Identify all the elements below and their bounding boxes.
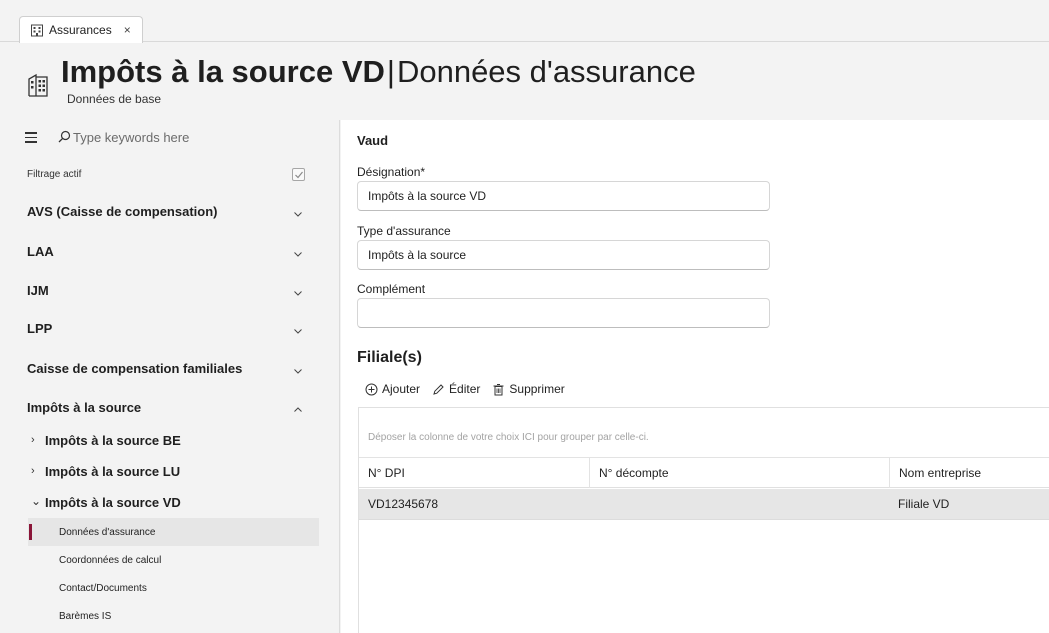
add-icon [365, 383, 378, 395]
filter-active-checkbox[interactable] [292, 167, 305, 181]
designation-label: Désignation* [357, 165, 426, 179]
sidebar-item-coordonnees-calcul[interactable]: Coordonnées de calcul [28, 546, 319, 574]
complement-field[interactable] [357, 298, 770, 328]
chevron-down-icon [293, 285, 303, 296]
complement-label: Complément [357, 282, 426, 296]
column-header-nom-entreprise[interactable]: Nom entreprise [889, 458, 1049, 488]
group-drop-zone[interactable]: Déposer la colonne de votre choix ICI po… [359, 408, 1049, 458]
page-subtitle: Données de base [67, 92, 162, 106]
sidebar-sub-label: Impôts à la source BE [45, 432, 181, 448]
filter-active-row[interactable]: Filtrage actif [0, 163, 340, 185]
edit-button[interactable]: Éditer [432, 382, 480, 396]
sidebar: Filtrage actif AVS (Caisse de compensati… [0, 120, 340, 633]
sidebar-section-label: LAA [27, 243, 54, 259]
sidebar-section-ijm[interactable]: IJM [0, 279, 340, 301]
sidebar-item-label: Données d'assurance [59, 526, 156, 538]
filter-active-label: Filtrage actif [27, 168, 82, 180]
building-icon [27, 73, 49, 97]
type-assurance-label: Type d'assurance [357, 224, 451, 238]
sidebar-sub-impots-be[interactable]: › Impôts à la source BE [0, 429, 340, 451]
type-assurance-field[interactable] [357, 240, 770, 270]
column-header-decompte[interactable]: N° décompte [589, 458, 889, 488]
chevron-right-icon: › [31, 434, 35, 446]
sidebar-section-label: LPP [27, 320, 53, 336]
chevron-down-icon [293, 363, 303, 374]
cell-dpi: VD12345678 [368, 497, 439, 511]
close-icon[interactable]: × [124, 23, 131, 37]
cell-decompte [589, 489, 889, 519]
chevron-right-icon: › [31, 465, 35, 477]
sidebar-sub-label: Impôts à la source VD [45, 494, 181, 510]
sidebar-section-laa[interactable]: LAA [0, 240, 340, 262]
chevron-down-icon [293, 246, 303, 257]
sidebar-item-donnees-assurance[interactable]: Données d'assurance [28, 518, 319, 546]
page-title: Impôts à la source VD|Données d'assuranc… [61, 54, 696, 89]
sidebar-section-label: IJM [27, 282, 49, 298]
sidebar-section-label: Impôts à la source [27, 399, 142, 415]
sidebar-item-contact-documents[interactable]: Contact/Documents [28, 574, 319, 602]
section-title: Vaud [357, 133, 389, 148]
tab-bar: Assurances × [0, 0, 1049, 43]
table-row[interactable]: VD12345678 Filiale VD [359, 489, 1049, 520]
add-button-label: Ajouter [382, 382, 421, 396]
sidebar-section-caisse-familiales[interactable]: Caisse de compensation familiales [0, 357, 340, 379]
filiales-toolbar: Ajouter Éditer Supprimer [365, 379, 577, 399]
delete-button-label: Supprimer [509, 382, 565, 396]
sidebar-section-label: Caisse de compensation familiales [27, 360, 243, 376]
main-content: Vaud Désignation* Type d'assurance Compl… [341, 120, 1049, 633]
column-header-dpi[interactable]: N° DPI [359, 458, 589, 488]
tab-label: Assurances [49, 23, 112, 37]
sidebar-sub-label: Impôts à la source LU [45, 463, 181, 479]
chevron-up-icon [293, 402, 303, 412]
page-header: Impôts à la source VD|Données d'assuranc… [0, 43, 1049, 120]
chevron-down-icon [293, 323, 303, 334]
designation-field[interactable] [357, 181, 770, 211]
chevron-down-icon [293, 206, 303, 217]
pencil-icon [433, 383, 444, 395]
sidebar-section-label: AVS (Caisse de compensation) [27, 203, 218, 219]
sidebar-sub-impots-vd[interactable]: ⌄ Impôts à la source VD [0, 491, 340, 513]
add-button[interactable]: Ajouter [365, 382, 420, 396]
tab-assurances[interactable]: Assurances × [19, 16, 143, 43]
active-marker [29, 524, 32, 540]
grid-header: N° DPI N° décompte Nom entreprise [359, 458, 1049, 488]
sidebar-item-label: Coordonnées de calcul [59, 554, 162, 566]
hamburger-menu-icon[interactable] [25, 132, 37, 143]
sidebar-item-label: Barèmes IS [59, 610, 112, 622]
filiales-title: Filiale(s) [357, 349, 422, 366]
chevron-down-icon: ⌄ [31, 494, 42, 508]
sidebar-item-baremes-is[interactable]: Barèmes IS [28, 602, 319, 630]
sidebar-search-bar [0, 120, 340, 156]
search-icon [58, 130, 71, 143]
trash-icon [493, 383, 504, 395]
delete-button[interactable]: Supprimer [492, 382, 565, 396]
cell-nom-entreprise: Filiale VD [898, 497, 950, 511]
building-icon [30, 23, 44, 37]
edit-button-label: Éditer [449, 382, 481, 396]
sidebar-sub-impots-lu[interactable]: › Impôts à la source LU [0, 460, 340, 482]
filiales-grid: Déposer la colonne de votre choix ICI po… [358, 407, 1049, 633]
sidebar-section-impots-source[interactable]: Impôts à la source [0, 396, 340, 418]
sidebar-item-label: Contact/Documents [59, 582, 147, 594]
sidebar-section-lpp[interactable]: LPP [0, 317, 340, 339]
search-input[interactable] [73, 127, 323, 147]
sidebar-section-avs[interactable]: AVS (Caisse de compensation) [0, 200, 340, 222]
